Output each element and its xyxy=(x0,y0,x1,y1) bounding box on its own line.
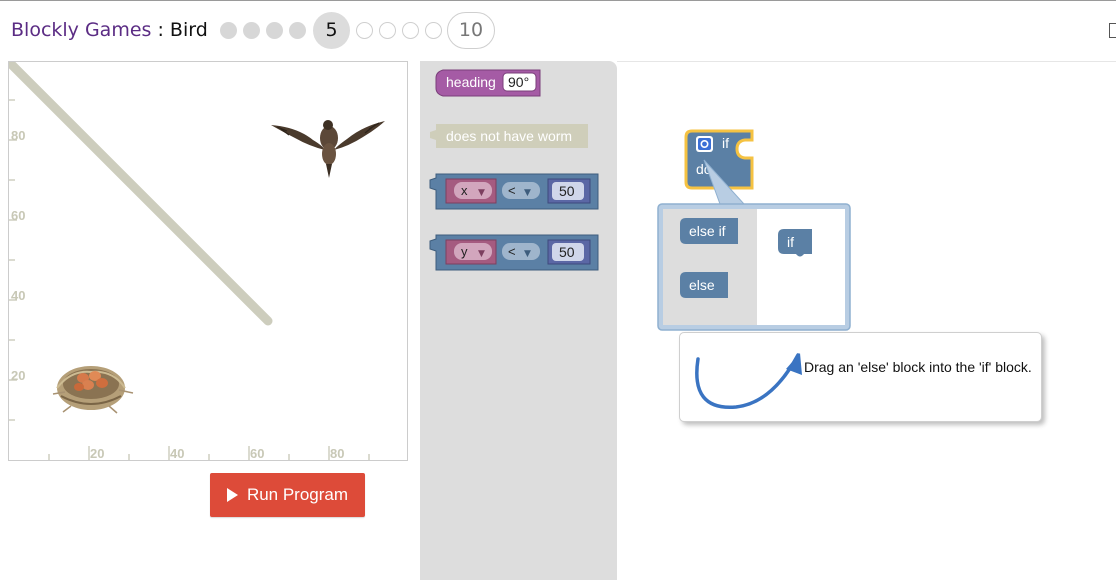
y-variable-dropdown[interactable] xyxy=(454,243,492,260)
x-variable-name: x xyxy=(461,183,468,198)
y-variable-name: y xyxy=(461,244,468,259)
y-operator: < xyxy=(508,244,516,259)
heading-block[interactable]: heading 90° xyxy=(435,69,541,97)
mutator-else-if-block[interactable]: else if xyxy=(680,218,738,244)
x-operator: < xyxy=(508,183,516,198)
dropdown-arrow-icon: ▼ xyxy=(478,249,485,259)
heading-label: heading xyxy=(446,74,496,90)
mutator-if-block[interactable]: if xyxy=(778,229,812,257)
if-label: if xyxy=(722,135,729,151)
dropdown-arrow-icon: ▼ xyxy=(524,249,531,259)
mutator-else-block[interactable]: else xyxy=(680,272,728,298)
dropdown-arrow-icon: ▼ xyxy=(478,188,485,198)
else-label: else xyxy=(689,277,715,293)
no-worm-block[interactable]: does not have worm xyxy=(430,124,588,148)
x-number-value: 50 xyxy=(559,183,575,199)
mutator-gear-icon-inner xyxy=(698,138,711,150)
heading-angle-value: 90° xyxy=(508,74,529,90)
hint-text: Drag an 'else' block into the 'if' block… xyxy=(804,359,1032,375)
dropdown-arrow-icon: ▼ xyxy=(524,188,531,198)
blocks-layer: heading 90° does not have worm x ▼ < ▼ 5… xyxy=(429,69,851,331)
y-number-value: 50 xyxy=(559,244,575,260)
compare-x-block[interactable]: x ▼ < ▼ 50 xyxy=(429,173,599,210)
no-worm-label: does not have worm xyxy=(446,128,572,144)
curved-arrow-icon xyxy=(695,353,802,409)
compare-y-block[interactable]: y ▼ < ▼ 50 xyxy=(429,234,599,271)
hint-bubble: Drag an 'else' block into the 'if' block… xyxy=(679,332,1042,422)
x-variable-dropdown[interactable] xyxy=(454,182,492,199)
mutator-if-label: if xyxy=(787,234,794,250)
else-if-label: else if xyxy=(689,223,726,239)
